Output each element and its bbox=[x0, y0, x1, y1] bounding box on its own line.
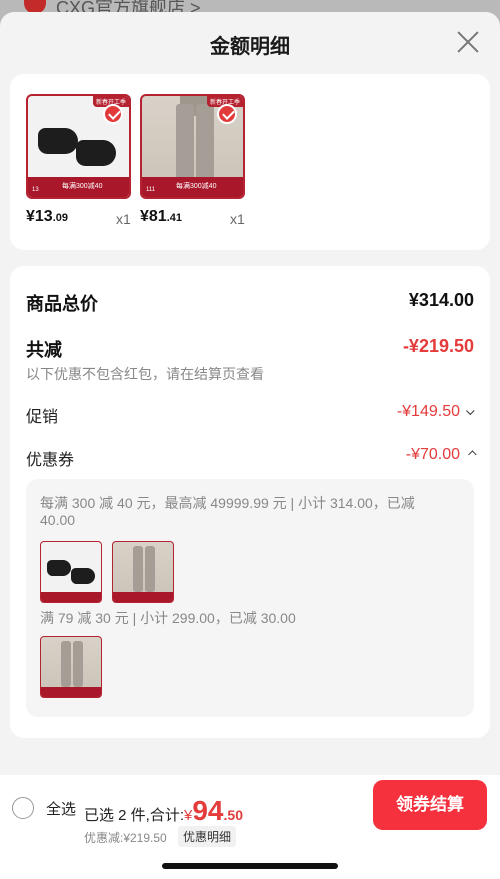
trouser-leg-shape bbox=[133, 546, 143, 592]
sock-shape bbox=[76, 140, 116, 166]
total-discount-label: 共减 bbox=[26, 340, 62, 360]
promo-banner: 13 每满300减40 bbox=[28, 177, 129, 197]
promo-banner bbox=[113, 592, 173, 602]
promotion-label: 促销 bbox=[26, 409, 59, 426]
selected-check-icon[interactable] bbox=[217, 104, 237, 124]
sheet-title: 金额明细 bbox=[210, 36, 290, 58]
product-image: 新春开工季 111 每满300减40 bbox=[140, 94, 245, 199]
product-code: 111 bbox=[146, 187, 156, 193]
product-quantity: x1 bbox=[116, 211, 131, 227]
selected-summary: 已选 2 件,合计:¥94.50 bbox=[84, 795, 243, 827]
goods-total-label: 商品总价 bbox=[26, 294, 98, 314]
sock-shape bbox=[38, 128, 78, 154]
coupon-product-thumb bbox=[40, 541, 102, 603]
promo-banner bbox=[41, 687, 101, 697]
close-icon[interactable] bbox=[456, 30, 480, 54]
product-image: 新春开工季 13 每满300减40 bbox=[26, 94, 131, 199]
trouser-leg-shape bbox=[73, 641, 83, 687]
deal-text: 每满300减40 bbox=[62, 183, 103, 190]
coupon-value: -¥70.00 bbox=[406, 446, 477, 464]
trouser-leg-shape bbox=[196, 104, 214, 182]
sock-shape bbox=[47, 560, 71, 576]
trouser-leg-shape bbox=[145, 546, 155, 592]
coupon-rule-1-line2: 40.00 bbox=[40, 512, 76, 528]
coupon-rule-1: 每满 300 减 40 元，最高减 49999.99 元 | 小计 314.00… bbox=[40, 495, 415, 529]
trouser-leg-shape bbox=[61, 641, 71, 687]
saved-amount: 优惠减:¥219.50 bbox=[84, 831, 167, 845]
coupon-product-thumb bbox=[40, 636, 102, 698]
trouser-leg-shape bbox=[176, 104, 194, 182]
selected-check-icon[interactable] bbox=[103, 104, 123, 124]
selected-count: 已选 2 件,合计: bbox=[84, 807, 185, 824]
goods-total-value: ¥314.00 bbox=[408, 290, 474, 310]
product-price: ¥81.41 bbox=[140, 208, 182, 225]
deal-text: 每满300减40 bbox=[176, 183, 217, 190]
coupon-label: 优惠券 bbox=[26, 452, 75, 469]
sock-shape bbox=[71, 568, 95, 584]
amount-detail-sheet: 金额明细 新春开工季 13 每满300减40 ¥13.09 x1 新春开工季 1… bbox=[0, 12, 500, 879]
product-item-socks[interactable]: 新春开工季 13 每满300减40 ¥13.09 x1 bbox=[26, 94, 144, 227]
coupon-rule-1-line1: 每满 300 减 40 元，最高减 49999.99 元 | 小计 314.00… bbox=[40, 495, 415, 511]
total-integer: 94 bbox=[192, 795, 224, 826]
product-code: 13 bbox=[32, 187, 39, 193]
total-decimal: .50 bbox=[223, 807, 243, 823]
coupon-breakdown: 每满 300 减 40 元，最高减 49999.99 元 | 小计 314.00… bbox=[26, 479, 474, 717]
checkout-bar: 全选 已选 2 件,合计:¥94.50 优惠减:¥219.50 优惠明细 领券结… bbox=[0, 775, 500, 879]
total-discount-value: -¥219.50 bbox=[402, 336, 474, 356]
product-list-card: 新春开工季 13 每满300减40 ¥13.09 x1 新春开工季 111 每满… bbox=[10, 74, 490, 250]
promo-banner: 111 每满300减40 bbox=[142, 177, 243, 197]
promo-banner bbox=[41, 592, 101, 602]
select-all-label[interactable]: 全选 bbox=[46, 798, 76, 819]
promotion-value: -¥149.50 bbox=[397, 403, 475, 421]
product-price: ¥13.09 bbox=[26, 208, 68, 225]
coupon-product-thumb bbox=[112, 541, 174, 603]
select-all-radio[interactable] bbox=[12, 797, 34, 819]
coupon-rule-2: 满 79 减 30 元 | 小计 299.00，已减 30.00 bbox=[40, 610, 296, 626]
chevron-up-icon bbox=[468, 450, 477, 459]
chevron-down-icon bbox=[466, 406, 475, 416]
product-item-trousers[interactable]: 新春开工季 111 每满300减40 ¥81.41 x1 bbox=[140, 94, 258, 227]
product-quantity: x1 bbox=[230, 211, 245, 227]
sheet-header: 金额明细 bbox=[0, 12, 500, 74]
checkout-button[interactable]: 领券结算 bbox=[373, 780, 487, 830]
home-indicator bbox=[162, 863, 338, 869]
price-detail-card: 商品总价 ¥314.00 共减 -¥219.50 以下优惠不包含红包，请在结算页… bbox=[10, 266, 490, 738]
discount-detail-link[interactable]: 优惠明细 bbox=[178, 826, 237, 847]
discount-note: 以下优惠不包含红包，请在结算页查看 bbox=[26, 366, 264, 382]
